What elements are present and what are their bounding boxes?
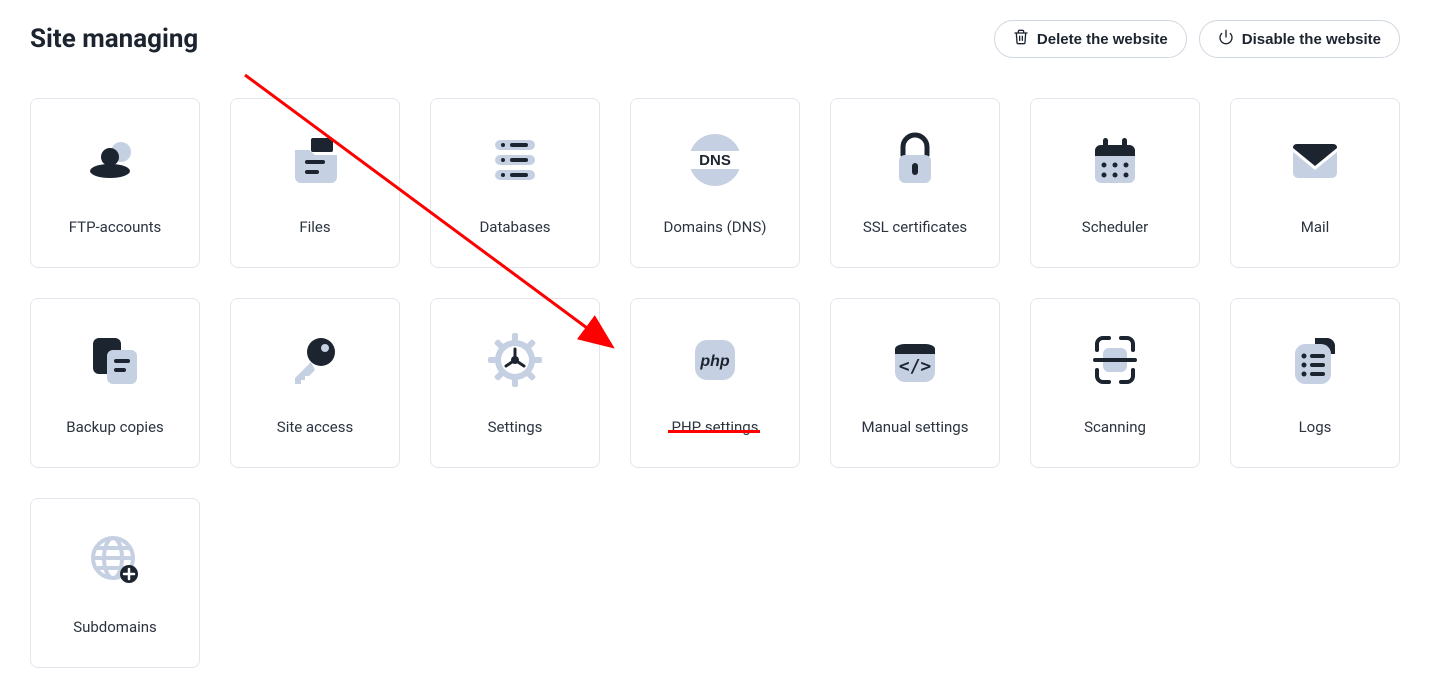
card-databases[interactable]: Databases bbox=[430, 98, 600, 268]
trash-icon bbox=[1013, 29, 1029, 49]
mail-icon bbox=[1285, 130, 1345, 190]
databases-icon bbox=[485, 130, 545, 190]
scheduler-icon bbox=[1085, 130, 1145, 190]
card-backup-copies[interactable]: Backup copies bbox=[30, 298, 200, 468]
scanning-icon bbox=[1085, 330, 1145, 390]
card-label: Manual settings bbox=[862, 418, 969, 436]
card-grid: FTP-accounts Files bbox=[30, 98, 1400, 668]
svg-text:</>: </> bbox=[899, 356, 932, 377]
card-site-access[interactable]: Site access bbox=[230, 298, 400, 468]
ssl-icon bbox=[885, 130, 945, 190]
card-label: Logs bbox=[1299, 418, 1332, 436]
card-label: Files bbox=[299, 218, 330, 236]
backup-icon bbox=[85, 330, 145, 390]
site-access-icon bbox=[285, 330, 345, 390]
card-settings[interactable]: Settings bbox=[430, 298, 600, 468]
card-label: Domains (DNS) bbox=[664, 218, 767, 236]
card-label: SSL certificates bbox=[863, 218, 967, 236]
button-label: Delete the website bbox=[1037, 31, 1168, 48]
card-files[interactable]: Files bbox=[230, 98, 400, 268]
settings-icon bbox=[485, 330, 545, 390]
dns-icon: DNS bbox=[685, 130, 745, 190]
card-mail[interactable]: Mail bbox=[1230, 98, 1400, 268]
card-label: Backup copies bbox=[66, 418, 164, 436]
disable-website-button[interactable]: Disable the website bbox=[1199, 20, 1400, 58]
logs-icon bbox=[1285, 330, 1345, 390]
delete-website-button[interactable]: Delete the website bbox=[994, 20, 1187, 58]
card-scheduler[interactable]: Scheduler bbox=[1030, 98, 1200, 268]
header: Site managing Delete the website Disable… bbox=[30, 20, 1400, 58]
button-label: Disable the website bbox=[1242, 31, 1381, 48]
card-domains-dns[interactable]: DNS Domains (DNS) bbox=[630, 98, 800, 268]
svg-text:DNS: DNS bbox=[699, 152, 731, 169]
php-settings-icon: php bbox=[685, 330, 745, 390]
header-actions: Delete the website Disable the website bbox=[994, 20, 1400, 58]
card-manual-settings[interactable]: </> Manual settings bbox=[830, 298, 1000, 468]
card-label: Subdomains bbox=[73, 618, 157, 636]
card-label: Databases bbox=[479, 218, 550, 236]
card-label: FTP-accounts bbox=[69, 218, 162, 236]
card-label: Scheduler bbox=[1082, 218, 1148, 236]
card-label: Site access bbox=[277, 418, 353, 436]
card-php-settings[interactable]: php PHP settings bbox=[630, 298, 800, 468]
card-scanning[interactable]: Scanning bbox=[1030, 298, 1200, 468]
power-icon bbox=[1218, 29, 1234, 49]
card-subdomains[interactable]: Subdomains bbox=[30, 498, 200, 668]
card-label: PHP settings bbox=[672, 418, 759, 436]
card-logs[interactable]: Logs bbox=[1230, 298, 1400, 468]
files-icon bbox=[285, 130, 345, 190]
card-label: Mail bbox=[1301, 218, 1330, 236]
page-title: Site managing bbox=[30, 24, 198, 54]
manual-settings-icon: </> bbox=[885, 330, 945, 390]
card-label: Settings bbox=[488, 418, 543, 436]
card-ftp-accounts[interactable]: FTP-accounts bbox=[30, 98, 200, 268]
ftp-accounts-icon bbox=[85, 130, 145, 190]
svg-text:php: php bbox=[699, 353, 730, 370]
card-ssl-certificates[interactable]: SSL certificates bbox=[830, 98, 1000, 268]
subdomains-icon bbox=[85, 530, 145, 590]
card-label: Scanning bbox=[1084, 418, 1146, 436]
